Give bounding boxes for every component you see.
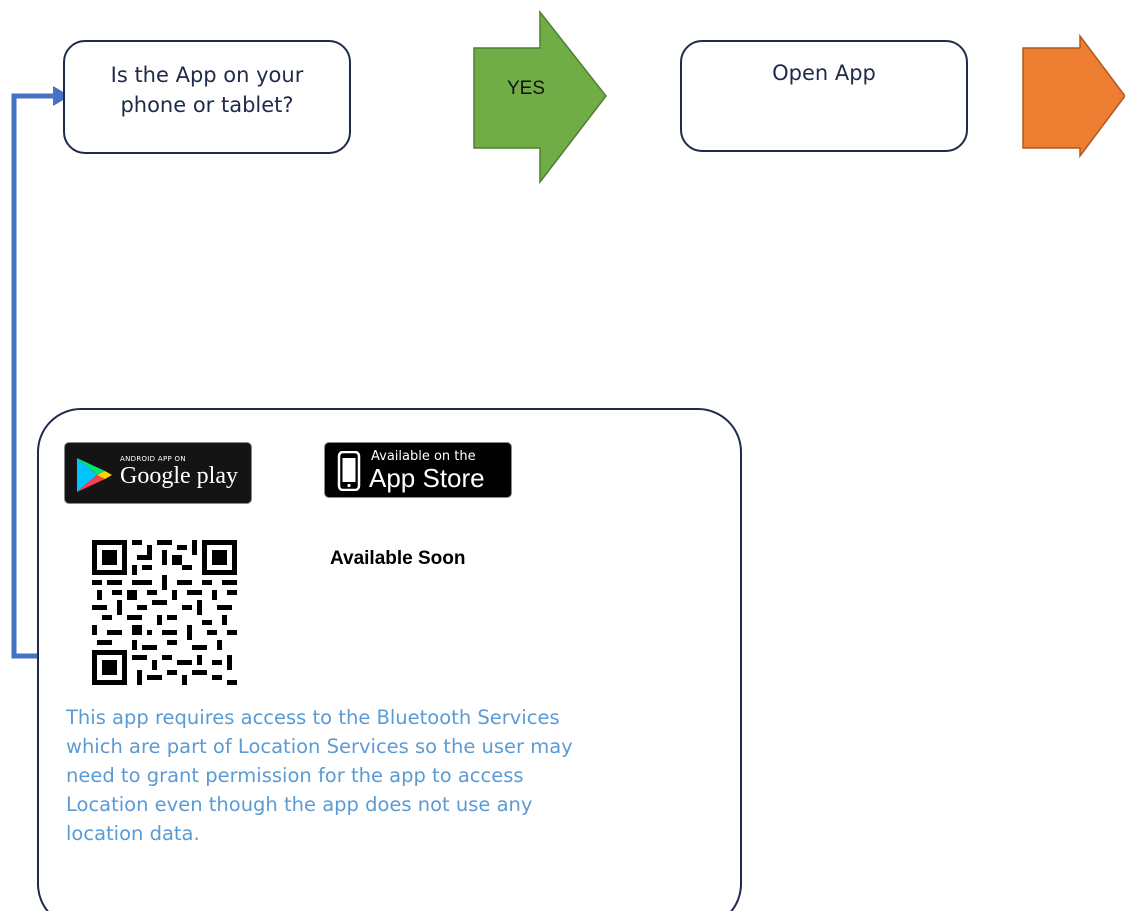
google-play-logo-icon [77,458,112,492]
phone-icon [337,451,361,491]
google-badge-big-text: Google play [120,463,238,489]
question-box: Is the App on your phone or tablet? [63,40,351,154]
google-play-badge[interactable]: ANDROID APP ON Google play [64,442,252,504]
yes-label: YES [507,78,546,99]
question-line-1: Is the App on your [110,63,304,87]
question-line-2: phone or tablet? [120,93,294,117]
open-app-box: Open App [680,40,968,152]
available-soon-text: Available Soon [330,548,466,569]
bluetooth-permission-note: This app requires access to the Bluetoot… [66,703,706,848]
flowchart-canvas: YES Is the App on your phone or tablet? … [0,0,1125,911]
app-store-badge[interactable]: Available on the App Store [324,442,512,498]
note-line: This app requires access to the Bluetoot… [66,706,560,729]
apple-badge-big-text: App Store [369,463,485,493]
google-badge-small-text: ANDROID APP ON [120,455,186,463]
note-line: location data. [66,822,200,845]
note-line: Location even though the app does not us… [66,793,533,816]
note-line: which are part of Location Services so t… [66,735,573,758]
next-arrow [1022,33,1125,159]
note-line: need to grant permission for the app to … [66,764,524,787]
qr-code-image [92,540,237,685]
open-app-label: Open App [772,61,876,85]
apple-badge-small-text: Available on the [371,449,476,464]
